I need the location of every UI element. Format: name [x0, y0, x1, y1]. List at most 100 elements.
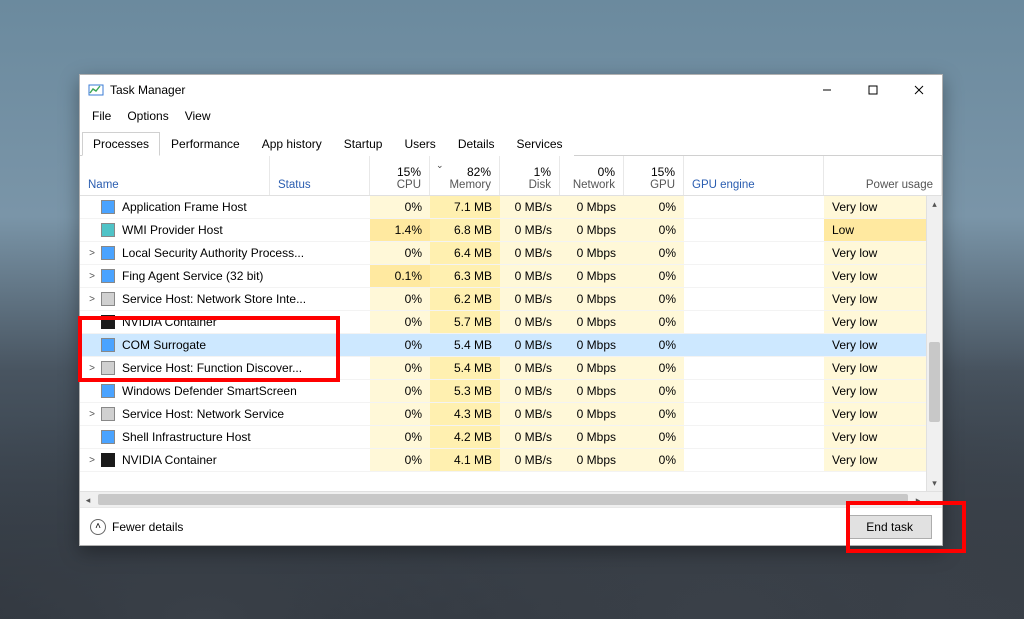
cell-gpu-engine: [684, 242, 824, 264]
cell-cpu: 0%: [370, 311, 430, 333]
expand-icon[interactable]: >: [86, 363, 98, 374]
window-title: Task Manager: [110, 83, 185, 97]
scroll-up-icon[interactable]: ▴: [927, 196, 942, 212]
end-task-button[interactable]: End task: [847, 515, 932, 539]
maximize-button[interactable]: [850, 75, 896, 105]
tab-app-history[interactable]: App history: [251, 132, 333, 156]
process-row[interactable]: >Service Host: Function Discover...0%5.4…: [80, 357, 942, 380]
tab-startup[interactable]: Startup: [333, 132, 394, 156]
menu-options[interactable]: Options: [121, 107, 174, 125]
process-row[interactable]: NVIDIA Container0%5.7 MB0 MB/s0 Mbps0%Ve…: [80, 311, 942, 334]
minimize-button[interactable]: [804, 75, 850, 105]
menubar: File Options View: [80, 105, 942, 129]
scroll-right-icon[interactable]: ▸: [910, 492, 926, 508]
process-name: Windows Defender SmartScreen: [122, 384, 297, 398]
process-row[interactable]: Shell Infrastructure Host0%4.2 MB0 MB/s0…: [80, 426, 942, 449]
process-row[interactable]: >Local Security Authority Process...0%6.…: [80, 242, 942, 265]
process-icon: [100, 406, 116, 422]
process-row[interactable]: COM Surrogate0%5.4 MB0 MB/s0 Mbps0%Very …: [80, 334, 942, 357]
close-button[interactable]: [896, 75, 942, 105]
col-disk[interactable]: 1%Disk: [500, 156, 560, 195]
col-status[interactable]: Status: [270, 156, 370, 195]
scroll-thumb[interactable]: [929, 342, 940, 422]
process-row[interactable]: WMI Provider Host1.4%6.8 MB0 MB/s0 Mbps0…: [80, 219, 942, 242]
cell-network: 0 Mbps: [560, 403, 624, 425]
process-row[interactable]: Application Frame Host 0%7.1 MB0 MB/s0 Mb…: [80, 196, 942, 219]
menu-view[interactable]: View: [179, 107, 217, 125]
tab-services[interactable]: Services: [506, 132, 574, 156]
process-grid: Application Frame Host0%7.1 MB0 MB/s0 Mb…: [80, 196, 942, 491]
process-row[interactable]: >NVIDIA Container0%4.1 MB0 MB/s0 Mbps0%V…: [80, 449, 942, 472]
process-name: Application Frame Host: [122, 200, 247, 214]
cell-network: 0 Mbps: [560, 449, 624, 471]
cell-power: Very low: [824, 311, 942, 333]
cell-network: 0 Mbps: [560, 288, 624, 310]
expand-icon[interactable]: >: [86, 271, 98, 282]
col-name[interactable]: Name: [80, 156, 270, 195]
col-gpu[interactable]: 15%GPU: [624, 156, 684, 195]
process-row[interactable]: >Fing Agent Service (32 bit)0.1%6.3 MB0 …: [80, 265, 942, 288]
cell-gpu: 0%: [624, 219, 684, 241]
process-icon: [100, 222, 116, 238]
cell-gpu-engine: [684, 265, 824, 287]
cell-network: 0 Mbps: [560, 380, 624, 402]
cell-network: 0 Mbps: [560, 265, 624, 287]
cell-power: Very low: [824, 357, 942, 379]
process-icon: [100, 199, 116, 215]
process-row[interactable]: >Service Host: Network Store Inte...0%6.…: [80, 288, 942, 311]
cell-power: Very low: [824, 196, 942, 218]
tab-users[interactable]: Users: [393, 132, 446, 156]
tab-processes[interactable]: Processes: [82, 132, 160, 156]
cell-gpu: 0%: [624, 403, 684, 425]
col-memory[interactable]: ⌄82%Memory: [430, 156, 500, 195]
cell-disk: 0 MB/s: [500, 380, 560, 402]
cell-network: 0 Mbps: [560, 311, 624, 333]
scroll-left-icon[interactable]: ◂: [80, 492, 96, 508]
cell-gpu: 0%: [624, 265, 684, 287]
col-gpu-engine[interactable]: GPU engine: [684, 156, 824, 195]
expand-icon[interactable]: >: [86, 409, 98, 420]
cell-memory: 7.1 MB: [430, 196, 500, 218]
col-cpu[interactable]: 15%CPU: [370, 156, 430, 195]
col-network[interactable]: 0%Network: [560, 156, 624, 195]
titlebar[interactable]: Task Manager: [80, 75, 942, 105]
cell-memory: 6.2 MB: [430, 288, 500, 310]
fewer-details-toggle[interactable]: ˄ Fewer details: [90, 519, 183, 535]
process-row[interactable]: >Service Host: Network Service0%4.3 MB0 …: [80, 403, 942, 426]
horizontal-scrollbar[interactable]: ◂ ▸: [80, 491, 942, 507]
cell-network: 0 Mbps: [560, 219, 624, 241]
cell-gpu: 0%: [624, 334, 684, 356]
cell-power: Very low: [824, 426, 942, 448]
cell-gpu-engine: [684, 334, 824, 356]
cell-disk: 0 MB/s: [500, 196, 560, 218]
cell-power: Very low: [824, 334, 942, 356]
tab-details[interactable]: Details: [447, 132, 506, 156]
hscroll-thumb[interactable]: [98, 494, 908, 505]
cell-cpu: 0%: [370, 288, 430, 310]
menu-file[interactable]: File: [86, 107, 117, 125]
task-manager-window: Task Manager File Options View Processes…: [79, 74, 943, 546]
cell-power: Low: [824, 219, 942, 241]
process-icon: [100, 268, 116, 284]
cell-disk: 0 MB/s: [500, 311, 560, 333]
expand-icon[interactable]: >: [86, 248, 98, 259]
col-power-usage[interactable]: Power usage: [824, 156, 942, 195]
vertical-scrollbar[interactable]: ▴ ▾: [926, 196, 942, 491]
cell-gpu: 0%: [624, 449, 684, 471]
cell-gpu-engine: [684, 196, 824, 218]
process-row[interactable]: Windows Defender SmartScreen0%5.3 MB0 MB…: [80, 380, 942, 403]
process-icon: [100, 337, 116, 353]
cell-cpu: 0%: [370, 449, 430, 471]
expand-icon[interactable]: >: [86, 294, 98, 305]
cell-cpu: 0%: [370, 196, 430, 218]
cell-cpu: 0%: [370, 242, 430, 264]
scroll-down-icon[interactable]: ▾: [927, 475, 942, 491]
tab-strip: ProcessesPerformanceApp historyStartupUs…: [80, 131, 942, 156]
cell-network: 0 Mbps: [560, 196, 624, 218]
column-headers: Name Status 15%CPU ⌄82%Memory 1%Disk 0%N…: [80, 156, 942, 196]
process-name: Shell Infrastructure Host: [122, 430, 251, 444]
tab-performance[interactable]: Performance: [160, 132, 251, 156]
cell-memory: 4.2 MB: [430, 426, 500, 448]
expand-icon[interactable]: >: [86, 455, 98, 466]
cell-gpu: 0%: [624, 357, 684, 379]
